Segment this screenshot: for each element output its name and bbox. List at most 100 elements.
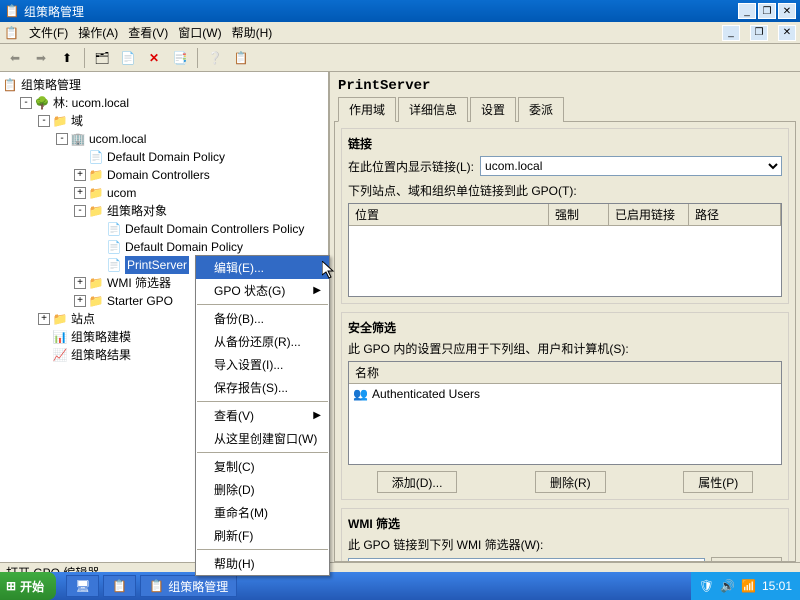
add-button[interactable]: 添加(D)...: [377, 471, 458, 493]
system-tray[interactable]: 🛡 🔊 📶 15:01: [691, 572, 800, 600]
tree-starter[interactable]: Starter GPO: [107, 292, 173, 310]
up-button[interactable]: ⬆: [56, 47, 78, 69]
object-title: PrintServer: [334, 76, 796, 96]
tab-strip: 作用域 详细信息 设置 委派: [334, 96, 796, 122]
toggle-gpobj[interactable]: -: [74, 205, 86, 217]
tree-modeling[interactable]: 组策略建模: [71, 328, 131, 346]
toggle-wmi[interactable]: +: [74, 277, 86, 289]
col-path[interactable]: 路径: [689, 204, 781, 225]
tree-ddp[interactable]: Default Domain Policy: [107, 148, 225, 166]
domain-icon: 🏢: [70, 131, 86, 147]
tree-ucom[interactable]: ucom: [107, 184, 136, 202]
ctx-copy[interactable]: 复制(C): [196, 455, 329, 478]
tree-root[interactable]: 组策略管理: [21, 76, 81, 94]
col-enabled[interactable]: 已启用链接: [609, 204, 689, 225]
quick-launch-icon[interactable]: 📋: [103, 575, 136, 597]
properties-button[interactable]: 📄: [117, 47, 139, 69]
quick-launch-icon[interactable]: 🖥: [66, 575, 99, 597]
tree-sites[interactable]: 站点: [71, 310, 95, 328]
wmi-select[interactable]: <无>: [348, 558, 705, 562]
ctx-gpo-status[interactable]: GPO 状态(G)▶: [196, 279, 329, 302]
minimize-button[interactable]: _: [738, 3, 756, 19]
tab-scope[interactable]: 作用域: [338, 97, 396, 122]
tab-details[interactable]: 详细信息: [398, 97, 468, 122]
gpo-icon: 📄: [106, 257, 122, 273]
list-item[interactable]: 👥 Authenticated Users: [351, 386, 779, 402]
ctx-view[interactable]: 查看(V)▶: [196, 404, 329, 427]
ctx-new-window[interactable]: 从这里创建窗口(W): [196, 427, 329, 450]
mdi-minimize[interactable]: _: [722, 25, 740, 41]
starter-icon: 📁: [88, 293, 104, 309]
gpo-icon: 📄: [106, 239, 122, 255]
tab-settings[interactable]: 设置: [470, 97, 516, 122]
start-button[interactable]: ⊞ 开始: [0, 572, 56, 600]
domains-icon: 📁: [52, 113, 68, 129]
wmi-desc: 此 GPO 链接到下列 WMI 筛选器(W):: [348, 536, 782, 553]
clock[interactable]: 15:01: [762, 579, 792, 593]
properties-button[interactable]: 属性(P): [683, 471, 753, 493]
ctx-import[interactable]: 导入设置(I)...: [196, 353, 329, 376]
location-select[interactable]: ucom.local: [480, 156, 782, 176]
toggle-dc[interactable]: +: [74, 169, 86, 181]
open-button[interactable]: 打开(O): [711, 557, 782, 562]
ctx-backup[interactable]: 备份(B)...: [196, 307, 329, 330]
col-location[interactable]: 位置: [349, 204, 549, 225]
tree-printserver[interactable]: PrintServer: [125, 256, 189, 274]
col-enforced[interactable]: 强制: [549, 204, 609, 225]
tree-forest[interactable]: 林: ucom.local: [53, 94, 129, 112]
toggle-sites[interactable]: +: [38, 313, 50, 325]
menu-file[interactable]: 文件(F): [29, 24, 68, 41]
close-button[interactable]: ✕: [778, 3, 796, 19]
tray-icon[interactable]: 📶: [741, 579, 756, 593]
ctx-restore[interactable]: 从备份还原(R)...: [196, 330, 329, 353]
col-name[interactable]: 名称: [349, 362, 781, 384]
tray-icon[interactable]: 🔊: [720, 579, 735, 593]
links-grid[interactable]: 位置 强制 已启用链接 路径: [348, 203, 782, 297]
taskbar-app[interactable]: 📋 组策略管理: [140, 575, 237, 597]
menu-window[interactable]: 窗口(W): [178, 24, 221, 41]
ctx-refresh[interactable]: 刷新(F): [196, 524, 329, 547]
console-root-icon: 📋: [2, 77, 18, 93]
ctx-save[interactable]: 保存报告(S)...: [196, 376, 329, 399]
ctx-edit[interactable]: 编辑(E)...: [196, 256, 329, 279]
export-button[interactable]: 📑: [169, 47, 191, 69]
show-hide-tree-button[interactable]: 🗂: [91, 47, 113, 69]
toggle-domains[interactable]: -: [38, 115, 50, 127]
tree-ddcp[interactable]: Default Domain Controllers Policy: [125, 220, 304, 238]
results-icon: 📈: [52, 347, 68, 363]
app-icon: 📋: [4, 3, 20, 19]
remove-button[interactable]: 删除(R): [535, 471, 606, 493]
ou-icon: 📁: [88, 185, 104, 201]
tree-wmi[interactable]: WMI 筛选器: [107, 274, 171, 292]
menu-action[interactable]: 操作(A): [78, 24, 118, 41]
gpo-container-icon: 📁: [88, 203, 104, 219]
back-button: ⬅: [4, 47, 26, 69]
toggle-forest[interactable]: -: [20, 97, 32, 109]
menu-help[interactable]: 帮助(H): [232, 24, 273, 41]
ctx-delete[interactable]: 删除(D): [196, 478, 329, 501]
forward-button: ➡: [30, 47, 52, 69]
tree-dc[interactable]: Domain Controllers: [107, 166, 210, 184]
tree-domain[interactable]: ucom.local: [89, 130, 146, 148]
delete-button[interactable]: ✕: [143, 47, 165, 69]
mdi-restore[interactable]: ❐: [750, 25, 768, 41]
tab-delegation[interactable]: 委派: [518, 97, 564, 122]
tree-ddp2[interactable]: Default Domain Policy: [125, 238, 243, 256]
ctx-help[interactable]: 帮助(H): [196, 552, 329, 575]
tree-results[interactable]: 组策略结果: [71, 346, 131, 364]
options-button[interactable]: 📋: [230, 47, 252, 69]
tree-domains[interactable]: 域: [71, 112, 83, 130]
toggle-starter[interactable]: +: [74, 295, 86, 307]
mdi-close[interactable]: ✕: [778, 25, 796, 41]
toggle-domain[interactable]: -: [56, 133, 68, 145]
links-list-label: 下列站点、域和组织单位链接到此 GPO(T):: [348, 182, 782, 199]
security-list[interactable]: 名称 👥 Authenticated Users: [348, 361, 782, 465]
toggle-ucom[interactable]: +: [74, 187, 86, 199]
tree-gpobj[interactable]: 组策略对象: [107, 202, 167, 220]
ctx-rename[interactable]: 重命名(M): [196, 501, 329, 524]
menu-view[interactable]: 查看(V): [128, 24, 168, 41]
system-menu-icon[interactable]: 📋: [4, 26, 19, 40]
maximize-button[interactable]: ❐: [758, 3, 776, 19]
tray-icon[interactable]: 🛡: [699, 579, 714, 593]
help-button[interactable]: ❔: [204, 47, 226, 69]
